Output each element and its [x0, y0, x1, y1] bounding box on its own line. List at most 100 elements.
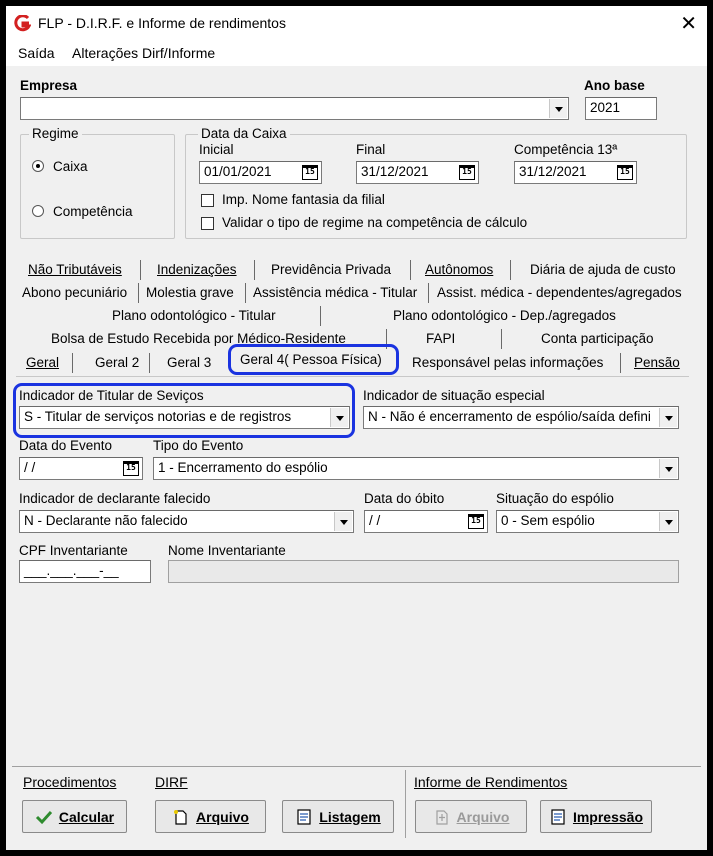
situacao-espolio-value: 0 - Sem espólio — [501, 513, 595, 528]
chk-nome-fantasia[interactable] — [201, 194, 214, 207]
comp13-date-value: 31/12/2021 — [519, 164, 587, 179]
menu-bar: Saída Alterações Dirf/Informe — [6, 40, 707, 66]
app-logo-icon — [14, 15, 31, 32]
declarante-combo[interactable]: N - Declarante não falecido — [19, 510, 354, 533]
chevron-down-icon[interactable] — [659, 512, 677, 531]
title-bar: FLP - D.I.R.F. e Informe de rendimentos … — [6, 6, 707, 40]
data-evento-input[interactable]: / / 15 — [19, 457, 143, 480]
empresa-combo[interactable] — [20, 97, 569, 120]
regime-group: Regime — [20, 126, 175, 239]
tab-nao-tributaveis[interactable]: Não Tributáveis — [28, 262, 122, 277]
situacao-especial-combo[interactable]: N - Não é encerramento de espólio/saída … — [363, 406, 679, 429]
informe-arquivo-button[interactable]: Arquivo — [415, 800, 527, 833]
tab-assist-dependentes[interactable]: Assist. médica - dependentes/agregados — [437, 285, 682, 300]
cpf-label: CPF Inventariante — [19, 543, 128, 558]
titular-value: S - Titular de serviços notorias e de re… — [24, 409, 292, 424]
calendar-icon[interactable]: 15 — [468, 514, 484, 529]
tab-separator — [254, 260, 255, 280]
cpf-value: ___.___.___-__ — [24, 563, 119, 578]
tab-geral-3[interactable]: Geral 3 — [167, 355, 211, 370]
checkmark-icon — [35, 810, 52, 824]
tab-separator — [72, 353, 73, 373]
chevron-down-icon[interactable] — [549, 99, 567, 118]
chk-nome-fantasia-label: Imp. Nome fantasia da filial — [222, 192, 385, 207]
tab-assistencia-titular[interactable]: Assistência médica - Titular — [253, 285, 417, 300]
tab-separator — [149, 353, 150, 373]
chevron-down-icon[interactable] — [334, 512, 352, 531]
chk-validar-regime[interactable] — [201, 217, 214, 230]
dirf-label: DIRF — [155, 774, 188, 790]
tab-geral-2[interactable]: Geral 2 — [95, 355, 139, 370]
menu-alteracoes[interactable]: Alterações Dirf/Informe — [72, 45, 215, 61]
close-icon[interactable]: ✕ — [680, 11, 697, 35]
dirf-arquivo-label: Arquivo — [196, 808, 249, 825]
situacao-especial-value: N - Não é encerramento de espólio/saída … — [368, 409, 651, 424]
menu-saida[interactable]: Saída — [18, 45, 55, 61]
calendar-icon[interactable]: 15 — [302, 165, 318, 180]
tab-abono-pecuniario[interactable]: Abono pecuniário — [22, 285, 127, 300]
regime-title: Regime — [29, 126, 82, 141]
informe-label: Informe de Rendimentos — [414, 774, 568, 790]
tab-autonomos[interactable]: Autônomos — [425, 262, 493, 277]
tab-diaria-ajuda-custo[interactable]: Diária de ajuda de custo — [530, 262, 676, 277]
tab-panel-border — [16, 376, 689, 377]
informe-arquivo-label: Arquivo — [456, 808, 510, 825]
comp13-label: Competência 13ª — [514, 142, 618, 157]
tipo-evento-combo[interactable]: 1 - Encerramento do espólio — [153, 457, 679, 480]
declarante-value: N - Declarante não falecido — [24, 513, 188, 528]
calendar-icon[interactable]: 15 — [617, 165, 633, 180]
impressao-button[interactable]: Impressão — [540, 800, 652, 833]
new-file-icon — [174, 809, 187, 825]
tab-molestia-grave[interactable]: Molestia grave — [146, 285, 234, 300]
tab-geral[interactable]: Geral — [26, 355, 59, 370]
tab-indenizacoes[interactable]: Indenizações — [157, 262, 237, 277]
data-caixa-title: Data da Caixa — [198, 126, 290, 141]
data-evento-value: / / — [24, 460, 36, 475]
chevron-down-icon[interactable] — [659, 459, 677, 478]
calendar-icon[interactable]: 15 — [459, 165, 475, 180]
data-obito-value: / / — [369, 513, 381, 528]
final-label: Final — [356, 142, 386, 157]
footer-vertical-divider — [405, 770, 406, 838]
ano-base-label: Ano base — [584, 78, 645, 93]
tab-pensao[interactable]: Pensão — [634, 355, 680, 370]
inicial-label: Inicial — [199, 142, 234, 157]
final-date-input[interactable]: 31/12/2021 15 — [356, 161, 479, 184]
tab-separator — [501, 329, 502, 349]
procedimentos-label: Procedimentos — [23, 774, 117, 790]
tab-fapi[interactable]: FAPI — [426, 331, 455, 346]
ano-base-value: 2021 — [590, 100, 621, 115]
inicial-date-input[interactable]: 01/01/2021 15 — [199, 161, 322, 184]
tab-separator — [245, 283, 246, 303]
tab-previdencia-privada[interactable]: Previdência Privada — [271, 262, 391, 277]
chevron-down-icon[interactable] — [330, 408, 348, 427]
situacao-espolio-combo[interactable]: 0 - Sem espólio — [496, 510, 679, 533]
titular-combo[interactable]: S - Titular de serviços notorias e de re… — [19, 406, 350, 429]
listagem-button[interactable]: Listagem — [282, 800, 394, 833]
calendar-icon[interactable]: 15 — [123, 461, 139, 476]
ano-base-input[interactable]: 2021 — [585, 97, 657, 120]
tab-separator — [620, 353, 621, 373]
app-window: FLP - D.I.R.F. e Informe de rendimentos … — [0, 0, 713, 856]
data-evento-label: Data do Evento — [19, 438, 113, 453]
final-date-value: 31/12/2021 — [361, 164, 429, 179]
tab-odonto-dependentes[interactable]: Plano odontológico - Dep./agregados — [393, 308, 616, 323]
cpf-input[interactable]: ___.___.___-__ — [19, 560, 151, 583]
tab-separator — [428, 283, 429, 303]
impressao-label: Impressão — [572, 808, 644, 825]
tab-separator — [138, 283, 139, 303]
tab-responsavel[interactable]: Responsável pelas informações — [412, 355, 603, 370]
tab-separator — [320, 306, 321, 326]
calcular-button[interactable]: Calcular — [22, 800, 127, 833]
radio-caixa[interactable] — [32, 160, 44, 172]
comp13-date-input[interactable]: 31/12/2021 15 — [514, 161, 637, 184]
dirf-arquivo-button[interactable]: Arquivo — [155, 800, 266, 833]
tab-odonto-titular[interactable]: Plano odontológico - Titular — [112, 308, 276, 323]
nome-inventariante-input[interactable] — [168, 560, 679, 583]
tab-conta-participacao[interactable]: Conta participação — [541, 331, 654, 346]
data-obito-input[interactable]: / / 15 — [364, 510, 488, 533]
radio-competencia[interactable] — [32, 205, 44, 217]
chevron-down-icon[interactable] — [659, 408, 677, 427]
printer-icon — [551, 808, 565, 825]
calcular-label: Calcular — [58, 808, 115, 825]
